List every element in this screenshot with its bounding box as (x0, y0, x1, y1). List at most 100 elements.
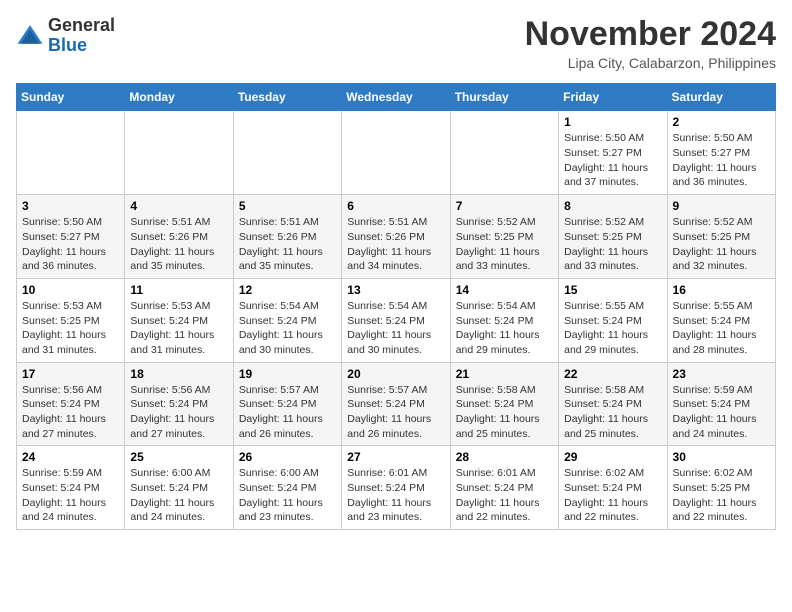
month-year: November 2024 (525, 16, 776, 53)
day-number: 29 (564, 450, 661, 464)
calendar-cell: 4 Sunrise: 5:51 AM Sunset: 5:26 PM Daylig… (125, 195, 233, 279)
day-info: Sunrise: 5:52 AM Sunset: 5:25 PM Dayligh… (673, 215, 770, 274)
day-number: 6 (347, 199, 444, 213)
day-info: Sunrise: 6:00 AM Sunset: 5:24 PM Dayligh… (130, 466, 227, 525)
col-header-tuesday: Tuesday (233, 84, 341, 111)
calendar-cell: 15Sunrise: 5:55 AM Sunset: 5:24 PM Dayli… (559, 278, 667, 362)
day-info: Sunrise: 5:58 AM Sunset: 5:24 PM Dayligh… (564, 383, 661, 442)
logo-text: General Blue (48, 16, 115, 56)
day-number: 27 (347, 450, 444, 464)
logo-blue: Blue (48, 35, 87, 55)
col-header-friday: Friday (559, 84, 667, 111)
day-number: 25 (130, 450, 227, 464)
day-info: Sunrise: 5:50 AM Sunset: 5:27 PM Dayligh… (22, 215, 119, 274)
calendar-cell: 12Sunrise: 5:54 AM Sunset: 5:24 PM Dayli… (233, 278, 341, 362)
calendar-cell (342, 111, 450, 195)
calendar-cell: 3 Sunrise: 5:50 AM Sunset: 5:27 PM Daylig… (17, 195, 125, 279)
day-info: Sunrise: 5:51 AM Sunset: 5:26 PM Dayligh… (130, 215, 227, 274)
day-number: 24 (22, 450, 119, 464)
day-info: Sunrise: 5:51 AM Sunset: 5:26 PM Dayligh… (239, 215, 336, 274)
calendar-cell: 8 Sunrise: 5:52 AM Sunset: 5:25 PM Daylig… (559, 195, 667, 279)
day-info: Sunrise: 6:00 AM Sunset: 5:24 PM Dayligh… (239, 466, 336, 525)
logo-general: General (48, 15, 115, 35)
calendar-week-2: 3 Sunrise: 5:50 AM Sunset: 5:27 PM Daylig… (17, 195, 776, 279)
day-number: 28 (456, 450, 553, 464)
day-number: 13 (347, 283, 444, 297)
calendar-cell: 16 Sunrise: 5:55 AM Sunset: 5:24 PM Dayli… (667, 278, 775, 362)
day-info: Sunrise: 5:57 AM Sunset: 5:24 PM Dayligh… (347, 383, 444, 442)
calendar-cell (17, 111, 125, 195)
day-info: Sunrise: 5:50 AM Sunset: 5:27 PM Dayligh… (673, 131, 770, 190)
calendar-cell: 21 Sunrise: 5:58 AM Sunset: 5:24 PM Dayli… (450, 362, 558, 446)
calendar-cell: 17 Sunrise: 5:56 AM Sunset: 5:24 PM Dayli… (17, 362, 125, 446)
day-info: Sunrise: 5:55 AM Sunset: 5:24 PM Dayligh… (673, 299, 770, 358)
calendar-table: SundayMondayTuesdayWednesdayThursdayFrid… (16, 83, 776, 530)
calendar-cell: 6 Sunrise: 5:51 AM Sunset: 5:26 PM Daylig… (342, 195, 450, 279)
calendar-cell: 22 Sunrise: 5:58 AM Sunset: 5:24 PM Dayli… (559, 362, 667, 446)
calendar-cell: 19Sunrise: 5:57 AM Sunset: 5:24 PM Dayli… (233, 362, 341, 446)
col-header-thursday: Thursday (450, 84, 558, 111)
calendar-cell: 20 Sunrise: 5:57 AM Sunset: 5:24 PM Dayli… (342, 362, 450, 446)
day-info: Sunrise: 5:54 AM Sunset: 5:24 PM Dayligh… (347, 299, 444, 358)
calendar-week-1: 1 Sunrise: 5:50 AM Sunset: 5:27 PM Daylig… (17, 111, 776, 195)
col-header-monday: Monday (125, 84, 233, 111)
day-number: 20 (347, 367, 444, 381)
calendar-cell: 23 Sunrise: 5:59 AM Sunset: 5:24 PM Dayli… (667, 362, 775, 446)
day-info: Sunrise: 5:54 AM Sunset: 5:24 PM Dayligh… (456, 299, 553, 358)
calendar-cell: 2 Sunrise: 5:50 AM Sunset: 5:27 PM Daylig… (667, 111, 775, 195)
calendar-cell: 7 Sunrise: 5:52 AM Sunset: 5:25 PM Daylig… (450, 195, 558, 279)
day-info: Sunrise: 5:52 AM Sunset: 5:25 PM Dayligh… (564, 215, 661, 274)
day-number: 14 (456, 283, 553, 297)
day-number: 5 (239, 199, 336, 213)
day-number: 4 (130, 199, 227, 213)
day-info: Sunrise: 6:01 AM Sunset: 5:24 PM Dayligh… (347, 466, 444, 525)
calendar-cell: 26Sunrise: 6:00 AM Sunset: 5:24 PM Dayli… (233, 446, 341, 530)
calendar-cell: 13 Sunrise: 5:54 AM Sunset: 5:24 PM Dayli… (342, 278, 450, 362)
day-number: 18 (130, 367, 227, 381)
day-number: 10 (22, 283, 119, 297)
calendar-cell (125, 111, 233, 195)
day-number: 8 (564, 199, 661, 213)
location: Lipa City, Calabarzon, Philippines (525, 55, 776, 71)
col-header-sunday: Sunday (17, 84, 125, 111)
logo: General Blue (16, 16, 115, 56)
day-number: 17 (22, 367, 119, 381)
day-info: Sunrise: 5:53 AM Sunset: 5:25 PM Dayligh… (22, 299, 119, 358)
calendar-cell: 11 Sunrise: 5:53 AM Sunset: 5:24 PM Dayli… (125, 278, 233, 362)
calendar-cell: 1Sunrise: 5:50 AM Sunset: 5:27 PM Daylig… (559, 111, 667, 195)
day-info: Sunrise: 5:56 AM Sunset: 5:24 PM Dayligh… (22, 383, 119, 442)
day-number: 12 (239, 283, 336, 297)
day-info: Sunrise: 5:56 AM Sunset: 5:24 PM Dayligh… (130, 383, 227, 442)
calendar-cell: 30 Sunrise: 6:02 AM Sunset: 5:25 PM Dayli… (667, 446, 775, 530)
day-number: 21 (456, 367, 553, 381)
day-number: 11 (130, 283, 227, 297)
day-number: 2 (673, 115, 770, 129)
day-number: 22 (564, 367, 661, 381)
day-info: Sunrise: 5:58 AM Sunset: 5:24 PM Dayligh… (456, 383, 553, 442)
title-block: November 2024 Lipa City, Calabarzon, Phi… (525, 16, 776, 71)
day-info: Sunrise: 5:52 AM Sunset: 5:25 PM Dayligh… (456, 215, 553, 274)
day-info: Sunrise: 6:02 AM Sunset: 5:24 PM Dayligh… (564, 466, 661, 525)
day-info: Sunrise: 5:53 AM Sunset: 5:24 PM Dayligh… (130, 299, 227, 358)
day-number: 7 (456, 199, 553, 213)
calendar-week-3: 10 Sunrise: 5:53 AM Sunset: 5:25 PM Dayli… (17, 278, 776, 362)
calendar-cell: 24 Sunrise: 5:59 AM Sunset: 5:24 PM Dayli… (17, 446, 125, 530)
calendar-cell: 25 Sunrise: 6:00 AM Sunset: 5:24 PM Dayli… (125, 446, 233, 530)
day-number: 16 (673, 283, 770, 297)
calendar-week-5: 24 Sunrise: 5:59 AM Sunset: 5:24 PM Dayli… (17, 446, 776, 530)
col-header-saturday: Saturday (667, 84, 775, 111)
day-info: Sunrise: 5:59 AM Sunset: 5:24 PM Dayligh… (22, 466, 119, 525)
calendar-header-row: SundayMondayTuesdayWednesdayThursdayFrid… (17, 84, 776, 111)
calendar-cell: 29 Sunrise: 6:02 AM Sunset: 5:24 PM Dayli… (559, 446, 667, 530)
day-number: 3 (22, 199, 119, 213)
day-number: 1 (564, 115, 661, 129)
page-header: General Blue November 2024 Lipa City, Ca… (16, 16, 776, 71)
day-info: Sunrise: 6:02 AM Sunset: 5:25 PM Dayligh… (673, 466, 770, 525)
day-info: Sunrise: 5:59 AM Sunset: 5:24 PM Dayligh… (673, 383, 770, 442)
col-header-wednesday: Wednesday (342, 84, 450, 111)
day-number: 30 (673, 450, 770, 464)
day-number: 23 (673, 367, 770, 381)
calendar-cell: 14 Sunrise: 5:54 AM Sunset: 5:24 PM Dayli… (450, 278, 558, 362)
day-number: 15 (564, 283, 661, 297)
day-info: Sunrise: 5:51 AM Sunset: 5:26 PM Dayligh… (347, 215, 444, 274)
